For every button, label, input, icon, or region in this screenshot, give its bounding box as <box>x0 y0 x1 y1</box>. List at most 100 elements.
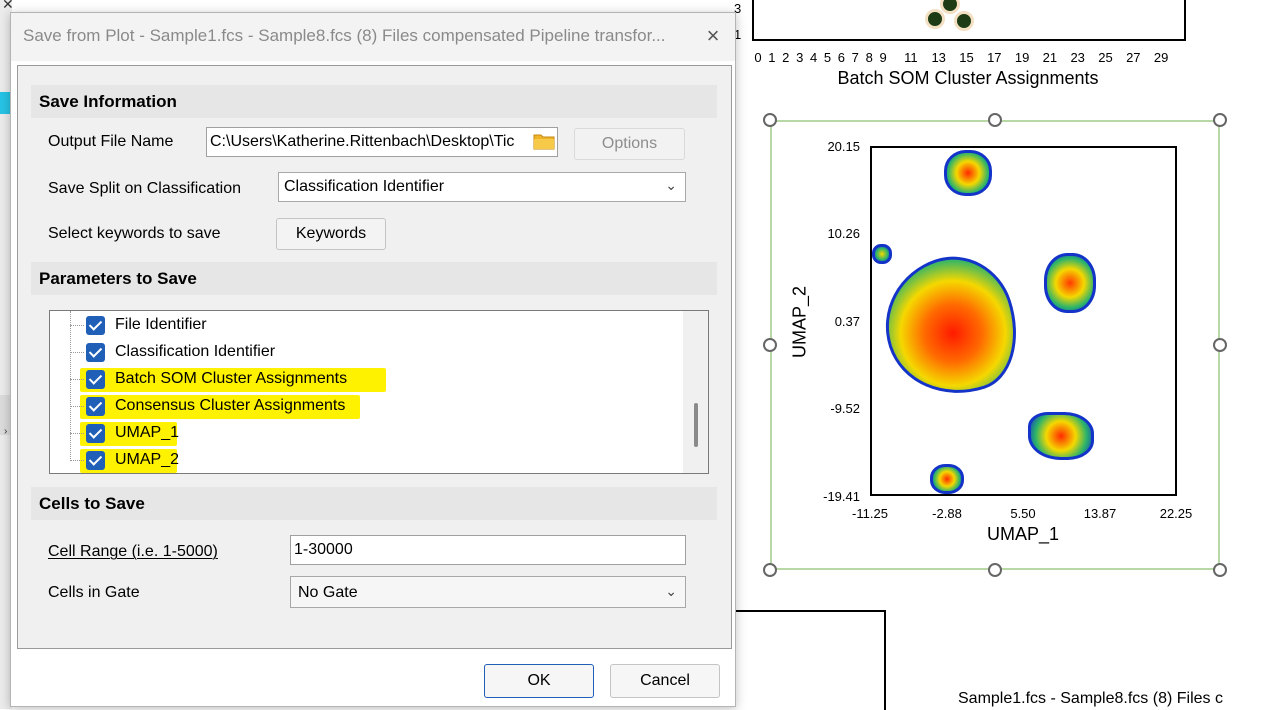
chevron-right-icon[interactable]: › <box>4 426 7 437</box>
x-tick: 8 <box>865 50 873 65</box>
split-classification-select[interactable]: Classification Identifier ⌄ <box>278 172 686 202</box>
dialog-title: Save from Plot - Sample1.fcs - Sample8.f… <box>23 26 666 45</box>
parameter-label: Classification Identifier <box>115 343 276 360</box>
save-from-plot-dialog: Save from Plot - Sample1.fcs - Sample8.f… <box>10 12 736 707</box>
x-tick: 3 <box>796 50 804 65</box>
y-tick: -9.52 <box>830 401 860 416</box>
tree-connector <box>70 460 84 461</box>
cell-range-field[interactable]: 1-30000 <box>290 535 686 565</box>
chevron-down-icon: ⌄ <box>665 177 677 193</box>
gate-label: Cells in Gate <box>48 584 140 601</box>
cell-cluster <box>867 241 1035 413</box>
list-item[interactable]: Consensus Cluster Assignments <box>50 393 680 419</box>
parameter-label: UMAP_2 <box>115 451 180 468</box>
gate-selected-value: No Gate <box>298 584 358 601</box>
resize-handle[interactable] <box>1213 563 1227 577</box>
list-scrollbar[interactable] <box>683 311 708 473</box>
tree-connector <box>70 433 84 434</box>
resize-handle[interactable] <box>763 113 777 127</box>
resize-handle[interactable] <box>988 113 1002 127</box>
keywords-button[interactable]: Keywords <box>276 218 386 250</box>
dialog-titlebar[interactable]: Save from Plot - Sample1.fcs - Sample8.f… <box>11 13 735 61</box>
x-tick: 29 <box>1153 50 1169 65</box>
y-tick: 20.15 <box>827 139 860 154</box>
parameter-label: File Identifier <box>115 316 207 333</box>
plot-caption: Sample1.fcs - Sample8.fcs (8) Files c <box>958 690 1223 707</box>
cell-cluster <box>1044 253 1096 313</box>
checkbox-checked[interactable] <box>86 424 105 443</box>
y-tick: 10.26 <box>827 226 860 241</box>
close-icon[interactable]: × <box>701 23 725 49</box>
x-tick: 17 <box>987 50 1002 65</box>
output-file-label: Output File Name <box>48 133 174 150</box>
parameters-tree-list[interactable]: File Identifier Classification Identifie… <box>49 310 709 474</box>
umap-plot-area <box>867 146 1177 496</box>
keywords-label: Select keywords to save <box>48 225 221 242</box>
chevron-down-icon: ⌄ <box>665 583 677 599</box>
list-item[interactable]: Classification Identifier <box>50 339 680 365</box>
options-button[interactable]: Options <box>574 128 685 160</box>
cell-cluster <box>1028 412 1094 460</box>
cell-range-value: 1-30000 <box>294 541 353 558</box>
x-tick: 5.50 <box>1010 506 1036 521</box>
cluster-plot-xlabel: Batch SOM Cluster Assignments <box>837 68 1099 88</box>
tree-connector <box>70 406 84 407</box>
umap-xlabel: UMAP_1 <box>986 524 1060 544</box>
section-cells-to-save: Cells to Save <box>31 487 717 520</box>
resize-handle[interactable] <box>1213 113 1227 127</box>
cancel-button[interactable]: Cancel <box>610 664 720 698</box>
resize-handle[interactable] <box>763 338 777 352</box>
x-tick: 22.25 <box>1159 506 1193 521</box>
x-tick: 4 <box>809 50 818 65</box>
tree-connector <box>70 352 84 353</box>
x-tick: 25 <box>1098 50 1113 65</box>
checkbox-checked[interactable] <box>86 343 105 362</box>
x-tick: 13 <box>931 50 946 65</box>
list-item[interactable]: File Identifier <box>50 312 680 338</box>
parameter-label: Batch SOM Cluster Assignments <box>115 370 348 387</box>
output-file-field[interactable]: C:\Users\Katherine.Rittenbach\Desktop\Ti… <box>206 127 558 157</box>
scrollbar-thumb[interactable] <box>694 403 698 447</box>
x-tick: 0 <box>754 50 762 65</box>
split-selected-value: Classification Identifier <box>284 178 445 195</box>
cells-in-gate-select[interactable]: No Gate ⌄ <box>290 576 686 608</box>
checkbox-checked[interactable] <box>86 451 105 470</box>
checkbox-checked[interactable] <box>86 370 105 389</box>
list-item[interactable]: UMAP_2 <box>50 447 680 473</box>
checkbox-checked[interactable] <box>86 316 105 335</box>
x-tick: 5 <box>823 50 832 65</box>
checkbox-checked[interactable] <box>86 397 105 416</box>
cluster-dot <box>954 11 974 31</box>
folder-icon[interactable] <box>533 132 555 150</box>
ok-button[interactable]: OK <box>484 664 594 698</box>
cell-cluster <box>944 150 992 196</box>
split-label: Save Split on Classification <box>48 180 241 197</box>
section-parameters-to-save: Parameters to Save <box>31 262 717 295</box>
cell-cluster <box>930 464 964 494</box>
section-save-information: Save Information <box>31 85 717 118</box>
parameter-label: UMAP_1 <box>115 424 180 441</box>
x-tick: 7 <box>851 50 859 65</box>
resize-handle[interactable] <box>1213 338 1227 352</box>
list-item[interactable]: Batch SOM Cluster Assignments <box>50 366 680 392</box>
umap-ylabel: UMAP_2 <box>789 285 810 359</box>
x-tick: 6 <box>837 50 846 65</box>
x-tick: 27 <box>1126 50 1141 65</box>
y-tick: -19.41 <box>823 489 860 504</box>
x-tick: 23 <box>1070 50 1085 65</box>
x-tick: 15 <box>959 50 974 65</box>
list-item[interactable]: UMAP_1 <box>50 420 680 446</box>
cell-range-label: Cell Range (i.e. 1-5000) <box>48 543 218 560</box>
output-file-value: C:\Users\Katherine.Rittenbach\Desktop\Ti… <box>210 133 515 150</box>
x-tick: 1 <box>768 50 776 65</box>
bottom-plot-area <box>736 610 886 710</box>
tree-connector <box>70 325 84 326</box>
x-tick: 2 <box>782 50 790 65</box>
resize-handle[interactable] <box>988 563 1002 577</box>
cluster-dot <box>925 9 945 29</box>
x-tick: 21 <box>1042 50 1058 65</box>
x-tick: 19 <box>1014 50 1030 65</box>
resize-handle[interactable] <box>763 563 777 577</box>
tree-connector <box>70 379 84 380</box>
x-tick: -11.25 <box>852 506 888 521</box>
